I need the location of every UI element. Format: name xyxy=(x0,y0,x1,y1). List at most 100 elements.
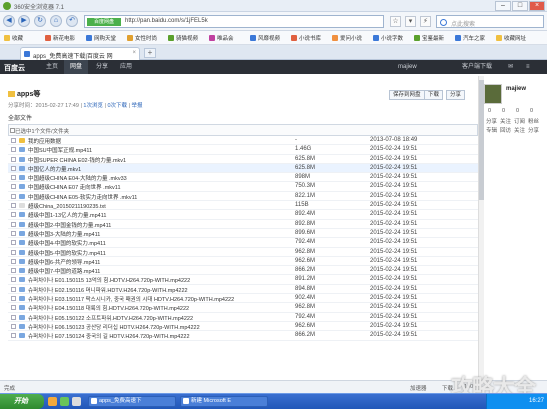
file-name[interactable]: 中国SU中国军正规.mp411 xyxy=(28,146,283,154)
baidu-cloud-logo[interactable]: 百度云 xyxy=(4,63,25,73)
file-row[interactable]: 슈퍼차이나 E03.150117 팍스시니카, 중국 패권의 시대 HDTV.H… xyxy=(8,294,478,304)
file-name[interactable]: 슈퍼차이나 E01.150115 13억의 힘.HDTV.H264.720p-W… xyxy=(28,276,283,284)
new-tab-button[interactable]: + xyxy=(144,48,156,58)
search-box[interactable]: 点此搜索 xyxy=(436,15,544,28)
stat-label[interactable]: 专辑 xyxy=(486,126,497,134)
row-checkbox[interactable] xyxy=(11,305,16,311)
start-button[interactable]: 开始 xyxy=(0,394,44,409)
file-row[interactable]: 超级中国5-中国的软实力.mp411 962.8M 2015-02-24 19:51 xyxy=(8,248,478,257)
file-row[interactable]: 中国超级CHINA E04-大陆的力量 .mkv33 898M 2015-02-24… xyxy=(8,173,478,183)
favorite-link[interactable]: 宝鉴最新 xyxy=(414,34,444,42)
file-row[interactable]: 超级中国3-大陆的力量.mp411 899.6M 2015-02-24 19:51 xyxy=(8,229,478,239)
accelerator-button[interactable]: 加速器 xyxy=(410,384,427,392)
client-download-link[interactable]: 客户端下载 xyxy=(462,60,492,74)
downloads-link[interactable]: 0次下载 xyxy=(107,103,127,109)
file-name[interactable]: 中国亿人的力量.mkv1 xyxy=(28,165,283,173)
row-checkbox[interactable] xyxy=(11,323,16,329)
file-row[interactable]: 超级China_20150211190235.txt 115B 2015-02-24… xyxy=(8,201,478,211)
file-row[interactable]: 슈퍼차이나 E01.150115 13억의 힘.HDTV.H264.720p-W… xyxy=(8,275,478,285)
stat-label[interactable]: 关注 xyxy=(514,126,525,134)
close-button[interactable]: × xyxy=(529,1,545,11)
row-checkbox[interactable] xyxy=(11,258,16,264)
row-checkbox[interactable] xyxy=(11,138,16,143)
file-row[interactable]: 슈퍼차이나 E07.150124 중국의 길 HDTV.H264.720p-WI… xyxy=(8,331,478,341)
row-checkbox[interactable] xyxy=(11,156,16,162)
nav-netdisk[interactable]: 网盘 xyxy=(64,60,89,74)
breadcrumb[interactable]: 全部文件 xyxy=(8,113,32,122)
favorite-link[interactable]: 骑猫视频 xyxy=(168,34,198,42)
row-checkbox[interactable] xyxy=(11,230,16,236)
file-row[interactable]: 中国SU中国军正规.mp411 1.46G 2015-02-24 19:51 xyxy=(8,145,478,155)
row-checkbox[interactable] xyxy=(11,286,16,292)
quicklaunch-desktop-icon[interactable] xyxy=(72,397,81,406)
file-row[interactable]: 슈퍼차이나 E06.150123 공산당 리더십 HDTV.H264.720p-… xyxy=(8,322,478,332)
lightning-icon[interactable]: ⚡ xyxy=(420,16,431,27)
file-row[interactable]: 超级中国2-中国金钱的力量.mp411 892.8M 2015-02-24 19:5… xyxy=(8,220,478,229)
minimize-button[interactable]: – xyxy=(495,1,511,11)
report-link[interactable]: 举报 xyxy=(132,103,143,109)
views-link[interactable]: 1次浏览 xyxy=(83,103,103,109)
tab-close-icon[interactable]: × xyxy=(132,50,136,56)
save-to-netdisk-button[interactable]: 保存到网盘 xyxy=(389,90,425,100)
file-name[interactable]: 슈퍼차이나 E02.150116 머니파워.HDTV.H264.720p-WIT… xyxy=(28,286,283,294)
row-checkbox[interactable] xyxy=(11,240,16,246)
favorite-link[interactable]: 新花电影 xyxy=(45,34,75,42)
file-row[interactable]: 中国超级CHINA E05-软实力走向世界 .mkv11 822.1M 2015-0… xyxy=(8,192,478,202)
system-tray[interactable]: 16:27 xyxy=(486,394,547,409)
row-checkbox[interactable] xyxy=(11,221,16,227)
favorite-link[interactable]: 爱问小说 xyxy=(332,34,362,42)
stat-label[interactable]: 回访 xyxy=(500,126,511,134)
row-checkbox[interactable] xyxy=(11,314,16,320)
file-name[interactable]: 中国SUPER CHINA E02-钱的力量.mkv1 xyxy=(28,156,283,164)
row-checkbox[interactable] xyxy=(11,268,16,274)
mail-icon[interactable]: ✉ xyxy=(508,60,513,74)
file-name[interactable]: 슈퍼차이나 E04.150118 대륙의 힘.HDTV.H264.720p-WI… xyxy=(28,304,283,312)
quicklaunch-360-icon[interactable] xyxy=(60,397,69,406)
row-checkbox[interactable] xyxy=(11,193,16,199)
file-name[interactable]: 超级China_20150211190235.txt xyxy=(28,202,283,210)
file-row[interactable]: 超级中国4-中国的软实力.mp411 792.4M 2015-02-24 19:51 xyxy=(8,238,478,248)
file-name[interactable]: 슈퍼차이나 E07.150124 중국의 길 HDTV.H264.720p-WI… xyxy=(28,332,283,340)
row-checkbox[interactable] xyxy=(11,277,16,283)
file-row[interactable]: 中国超级CHINA E07 走向世界 .mkv11 750.3M 2015-02-2… xyxy=(8,182,478,192)
row-checkbox[interactable] xyxy=(11,296,16,302)
nav-home[interactable]: 主页 xyxy=(40,60,64,74)
file-name[interactable]: 슈퍼차이나 E06.150123 공산당 리더십 HDTV.H264.720p-… xyxy=(28,323,283,331)
download-button[interactable]: 下载 xyxy=(424,90,444,100)
file-row[interactable]: 슈퍼차이나 E04.150118 대륙의 힘.HDTV.H264.720p-WI… xyxy=(8,303,478,313)
file-row[interactable]: 我的应用数据 - 2013-07-08 18:49 xyxy=(8,136,478,146)
dropdown-icon[interactable]: ▾ xyxy=(405,16,416,27)
favorite-link[interactable]: 小说字数 xyxy=(373,34,403,42)
user-menu[interactable]: majiew xyxy=(398,60,417,74)
favorite-link[interactable]: 汽车之家 xyxy=(455,34,485,42)
stat-label[interactable]: 分享 xyxy=(528,126,539,134)
file-name[interactable]: 中国超级CHINA E07 走向世界 .mkv11 xyxy=(28,183,283,191)
file-name[interactable]: 슈퍼차이나 E03.150117 팍스시니카, 중국 패권의 시대 HDTV.H… xyxy=(28,295,283,303)
file-name[interactable]: 超级中国6-共产的领导.mp411 xyxy=(28,258,283,266)
row-checkbox[interactable] xyxy=(11,249,16,255)
file-row[interactable]: 슈퍼차이나 E05.150122 소프트파워.HDTV.H264.720p-WI… xyxy=(8,313,478,322)
file-name[interactable]: 超级中国5-中国的软实力.mp411 xyxy=(28,249,283,257)
row-checkbox[interactable] xyxy=(11,212,16,218)
row-checkbox[interactable] xyxy=(11,165,16,171)
maximize-button[interactable]: □ xyxy=(512,1,528,11)
file-row[interactable]: 超级中国7-中国的道路.mp411 866.2M 2015-02-24 19:51 xyxy=(8,266,478,276)
undo-close-button[interactable]: ↶ xyxy=(66,15,78,27)
file-name[interactable]: 中国超级CHINA E04-大陆的力量 .mkv33 xyxy=(28,174,283,182)
row-checkbox[interactable] xyxy=(11,175,16,181)
row-checkbox[interactable] xyxy=(11,333,16,339)
file-name[interactable]: 我的应用数据 xyxy=(28,137,283,145)
file-name[interactable]: 슈퍼차이나 E05.150122 소프트파워.HDTV.H264.720p-WI… xyxy=(28,314,283,322)
file-name[interactable]: 超级中国1-13亿人的力量.mp411 xyxy=(28,211,283,219)
favorite-link[interactable]: 唯品会 xyxy=(209,34,234,42)
row-checkbox[interactable] xyxy=(11,184,16,190)
favorite-link[interactable]: 收藏网址 xyxy=(496,34,526,42)
taskbar-item-excel[interactable]: 新建 Microsoft E xyxy=(180,396,268,407)
quicklaunch-browser-icon[interactable] xyxy=(48,397,57,406)
file-name[interactable]: 超级中国4-中国的软实力.mp411 xyxy=(28,239,283,247)
address-field[interactable]: 百度网盘 http://pan.baidu.com/s/1jFEL5k xyxy=(84,15,384,28)
stat-label[interactable]: 关注 xyxy=(500,117,511,125)
taskbar-item-browser[interactable]: apps_免费高速下 xyxy=(88,396,176,407)
file-row[interactable]: 超级中国6-共产的领导.mp411 962.6M 2015-02-24 19:51 xyxy=(8,257,478,267)
nav-apps[interactable]: 应用 xyxy=(114,60,138,74)
